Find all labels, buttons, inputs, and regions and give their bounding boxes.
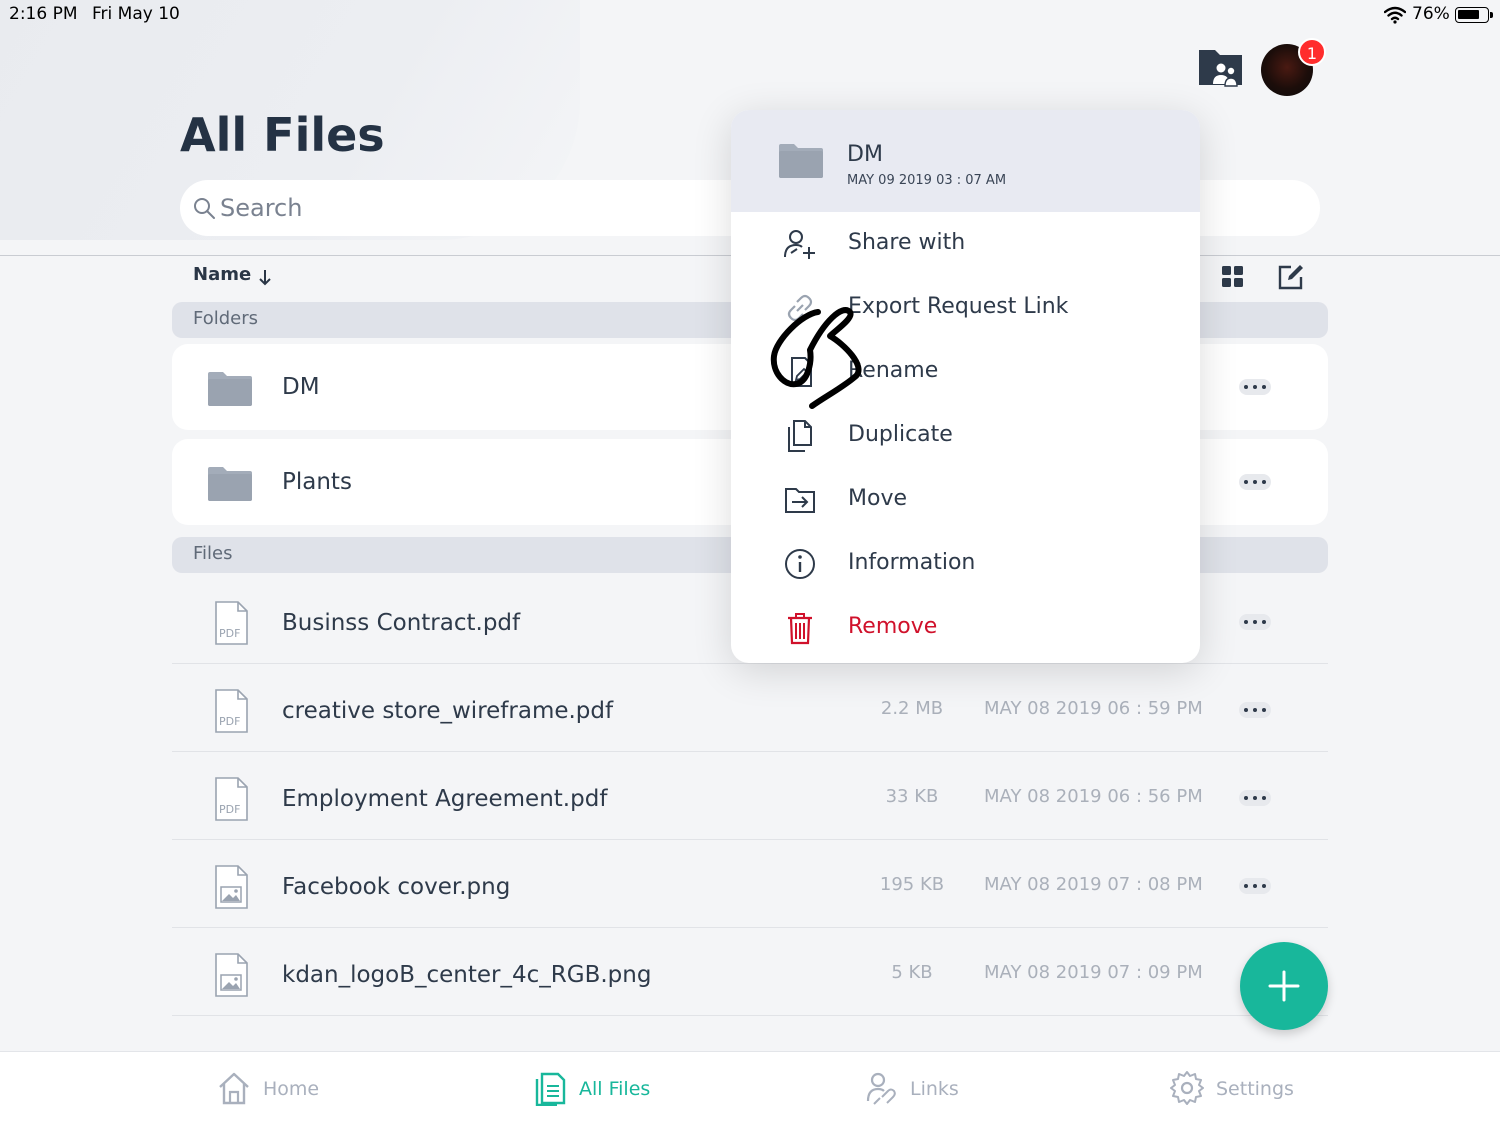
grid-view-icon[interactable] — [1222, 266, 1244, 288]
menu-item-label: Duplicate — [848, 422, 953, 447]
menu-item-information[interactable]: Information — [731, 532, 1200, 596]
file-date: MAY 08 2019 06 : 59 PM — [984, 698, 1203, 719]
menu-item-export-request-link[interactable]: Export Request Link — [731, 276, 1200, 340]
menu-item-move[interactable]: Move — [731, 468, 1200, 532]
tab-label: All Files — [579, 1078, 651, 1100]
more-options-button[interactable] — [1239, 614, 1271, 630]
file-name: Businss Contract.pdf — [282, 610, 521, 636]
folder-icon — [779, 144, 823, 178]
file-name: kdan_logoB_center_4c_RGB.png — [282, 962, 652, 988]
page-title: All Files — [180, 108, 385, 162]
links-icon — [866, 1072, 896, 1105]
menu-item-label: Export Request Link — [848, 294, 1069, 319]
trash-icon — [788, 613, 812, 645]
pdf-file-icon: PDF — [215, 777, 248, 821]
pdf-file-icon: PDF — [215, 689, 248, 733]
share-user-icon — [784, 230, 815, 259]
gear-icon — [1170, 1071, 1204, 1105]
file-row[interactable]: kdan_logoB_center_4c_RGB.png 5 KB MAY 08… — [172, 928, 1328, 1016]
battery-percent: 76% — [1412, 4, 1450, 24]
edit-icon[interactable] — [1277, 263, 1305, 291]
status-time: 2:16 PM — [9, 4, 78, 24]
image-file-icon — [215, 953, 248, 997]
file-size: 2.2 MB — [880, 698, 944, 719]
duplicate-icon — [788, 420, 812, 452]
status-bar: 2:16 PM Fri May 10 76% — [0, 0, 1500, 30]
menu-item-share-with[interactable]: Share with — [731, 212, 1200, 276]
file-row[interactable]: Facebook cover.png 195 KB MAY 08 2019 07… — [172, 840, 1328, 928]
file-size: 195 KB — [879, 874, 945, 895]
file-size: 5 KB — [891, 962, 933, 983]
files-icon — [535, 1072, 566, 1106]
image-file-icon — [215, 865, 248, 909]
menu-item-label: Rename — [848, 358, 939, 383]
info-icon — [785, 549, 815, 579]
notification-badge: 1 — [1298, 38, 1326, 66]
file-size: 33 KB — [885, 786, 939, 807]
home-icon — [219, 1072, 249, 1105]
battery-icon — [1455, 7, 1493, 23]
menu-folder-date: MAY 09 2019 03 : 07 AM — [847, 173, 1007, 188]
status-date: Fri May 10 — [92, 4, 180, 24]
more-options-button[interactable] — [1239, 474, 1271, 490]
folder-icon — [208, 467, 252, 501]
file-row[interactable]: PDF creative store_wireframe.pdf 2.2 MB … — [172, 664, 1328, 752]
wifi-icon — [1384, 6, 1406, 24]
file-date: MAY 08 2019 06 : 56 PM — [984, 786, 1203, 807]
svg-text:PDF: PDF — [219, 627, 240, 640]
plus-icon — [1268, 970, 1300, 1002]
more-options-button[interactable] — [1239, 702, 1271, 718]
add-button[interactable] — [1240, 942, 1328, 1030]
context-menu-header: DM MAY 09 2019 03 : 07 AM — [731, 110, 1200, 212]
tab-label: Links — [910, 1078, 959, 1100]
menu-item-duplicate[interactable]: Duplicate — [731, 404, 1200, 468]
more-options-button[interactable] — [1239, 790, 1271, 806]
tab-label: Home — [263, 1078, 320, 1100]
sort-arrow-down-icon — [259, 270, 271, 286]
link-icon — [787, 294, 813, 322]
menu-folder-name: DM — [847, 142, 883, 167]
shared-folder-icon[interactable] — [1197, 44, 1245, 92]
pdf-file-icon: PDF — [215, 601, 248, 645]
tab-label: Settings — [1216, 1078, 1294, 1100]
folder-name: Plants — [282, 469, 352, 495]
menu-item-label: Remove — [848, 614, 938, 639]
svg-text:PDF: PDF — [219, 803, 240, 816]
menu-item-label: Share with — [848, 230, 966, 255]
file-date: MAY 08 2019 07 : 08 PM — [984, 874, 1203, 895]
search-input[interactable] — [220, 190, 620, 226]
menu-item-label: Move — [848, 486, 907, 511]
sort-label: Name — [193, 264, 252, 285]
search-icon — [194, 198, 215, 219]
move-icon — [785, 488, 815, 513]
more-options-button[interactable] — [1239, 878, 1271, 894]
svg-text:PDF: PDF — [219, 715, 240, 728]
folder-icon — [208, 372, 252, 406]
file-name: creative store_wireframe.pdf — [282, 698, 614, 724]
rename-icon — [791, 357, 812, 387]
folder-name: DM — [282, 374, 320, 400]
bottom-tab-bar: Home All Files Links Settings — [0, 1051, 1500, 1125]
menu-item-remove[interactable]: Remove — [731, 596, 1200, 660]
context-menu: DM MAY 09 2019 03 : 07 AM Share with Exp… — [731, 110, 1200, 663]
file-name: Employment Agreement.pdf — [282, 786, 608, 812]
file-date: MAY 08 2019 07 : 09 PM — [984, 962, 1203, 983]
file-row[interactable]: PDF Employment Agreement.pdf 33 KB MAY 0… — [172, 752, 1328, 840]
menu-item-rename[interactable]: Rename — [731, 340, 1200, 404]
menu-item-label: Information — [848, 550, 976, 575]
more-options-button[interactable] — [1239, 379, 1271, 395]
file-name: Facebook cover.png — [282, 874, 511, 900]
sort-by-name-button[interactable]: Name — [193, 264, 271, 286]
